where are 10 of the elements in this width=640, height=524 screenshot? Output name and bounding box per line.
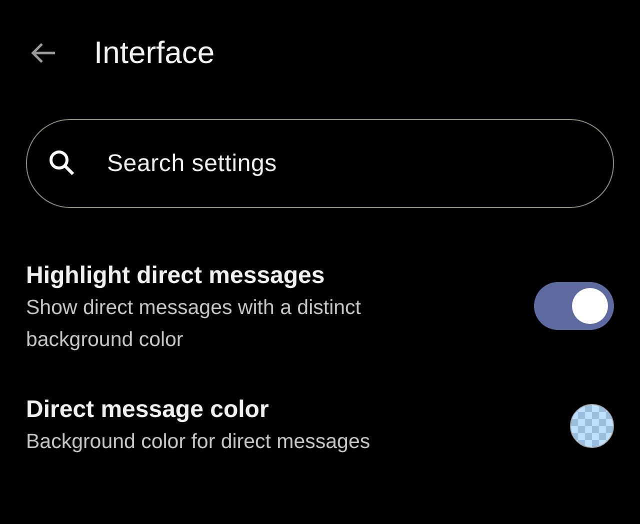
back-arrow-icon	[30, 42, 56, 64]
search-icon	[48, 149, 76, 177]
setting-title: Highlight direct messages	[26, 261, 326, 291]
setting-summary: Background color for direct messages	[26, 429, 372, 455]
color-swatch[interactable]	[570, 404, 614, 448]
search-field[interactable]: Search settings	[26, 119, 614, 208]
setting-title: Direct message color	[26, 395, 270, 425]
page-title: Interface	[94, 35, 215, 71]
toggle-switch[interactable]	[534, 282, 614, 330]
setting-summary: Show direct messages with a distinct background color	[26, 295, 362, 353]
